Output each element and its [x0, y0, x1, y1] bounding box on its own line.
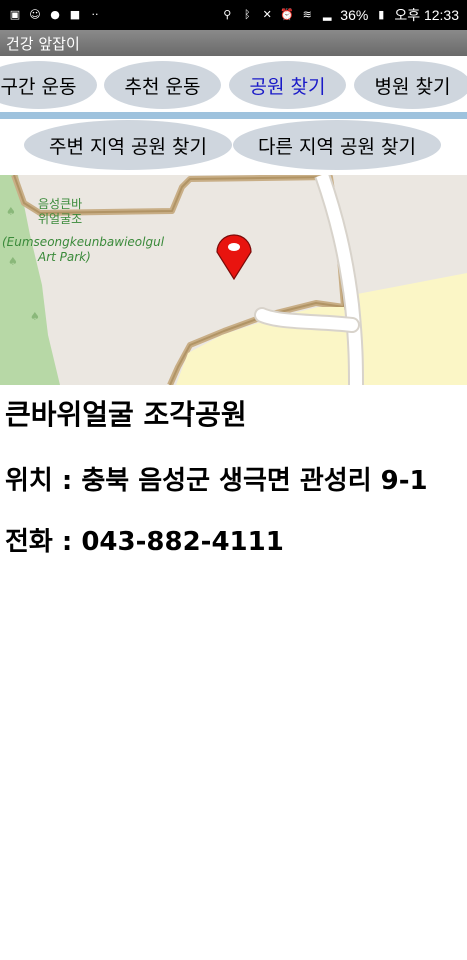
svg-text:♠: ♠: [30, 310, 40, 323]
place-location: 위치 : 충북 음성군 생극면 관성리 9-1: [5, 466, 428, 496]
tab-label: 병원 찾기: [374, 75, 451, 98]
alarm-icon: ⏰: [280, 8, 295, 21]
signal-icon: ▂: [323, 8, 332, 21]
battery-percent: 36%: [340, 7, 369, 23]
app-title-bar: 건강 앞잡이: [0, 30, 467, 56]
subtab-other-region-parks[interactable]: 다른 지역 공원 찾기: [233, 120, 441, 170]
map-place-label-en: (Eumseongkeunbawieolgul Art Park): [2, 235, 164, 265]
tab-label: 추천 운동: [124, 75, 201, 98]
tab-find-hospital[interactable]: 병원 찾기: [354, 61, 467, 109]
subtab-label: 주변 지역 공원 찾기: [49, 135, 207, 158]
status-right: ⚲ ᛒ ✕ ⏰ ≋ ▂ 36% ▮ 오후 12:33: [220, 5, 459, 25]
wifi-icon: ≋: [302, 8, 312, 21]
tab-recommended-exercise[interactable]: 추천 운동: [104, 61, 221, 109]
place-phone[interactable]: 전화 : 043-882-4111: [5, 521, 284, 558]
media-icon: ▣: [9, 8, 21, 21]
app-title: 건강 앞잡이: [6, 34, 80, 53]
mute-icon: ✕: [262, 8, 272, 21]
subtab-nearby-parks[interactable]: 주변 지역 공원 찾기: [24, 120, 232, 170]
map-place-label-ko: 음성큰바 위얼굴조: [38, 197, 82, 227]
svg-text:♠: ♠: [6, 205, 16, 218]
map-label-line: (Eumseongkeunbawieolgul: [2, 235, 165, 249]
tab-label: 공원 찾기: [249, 75, 326, 98]
map-marker-icon[interactable]: [210, 232, 258, 280]
tab-find-park[interactable]: 공원 찾기: [229, 61, 346, 109]
battery-icon: ▮: [378, 8, 385, 21]
location-icon: ⚲: [223, 8, 232, 21]
map-label-line: Art Park): [38, 250, 91, 264]
tab-divider: [0, 112, 467, 119]
more-icon: ··: [91, 8, 99, 21]
map-label-line: 음성큰바: [38, 197, 83, 211]
face-icon: ☺: [29, 8, 41, 21]
status-time: 오후 12:33: [394, 7, 459, 23]
talk-icon: ●: [50, 8, 60, 21]
main-tab-row[interactable]: 구간 운동 추천 운동 공원 찾기 병원 찾기: [0, 58, 467, 112]
status-bar: ▣ ☺ ● ■ ·· ⚲ ᛒ ✕ ⏰ ≋ ▂ 36% ▮ 오후 12:33: [0, 0, 467, 30]
tab-section-exercise[interactable]: 구간 운동: [0, 61, 97, 109]
tab-label: 구간 운동: [0, 75, 77, 98]
place-name: 큰바위얼굴 조각공원: [5, 398, 247, 431]
status-left: ▣ ☺ ● ■ ··: [8, 8, 102, 22]
map-view[interactable]: ♠ ♠ ♠ 음성큰바 위얼굴조 (Eumseongkeunbawieolgul …: [0, 175, 467, 385]
map-label-line: 위얼굴조: [38, 212, 83, 226]
bluetooth-icon: ᛒ: [243, 8, 251, 21]
subtab-label: 다른 지역 공원 찾기: [258, 135, 416, 158]
message-icon: ■: [69, 8, 81, 21]
